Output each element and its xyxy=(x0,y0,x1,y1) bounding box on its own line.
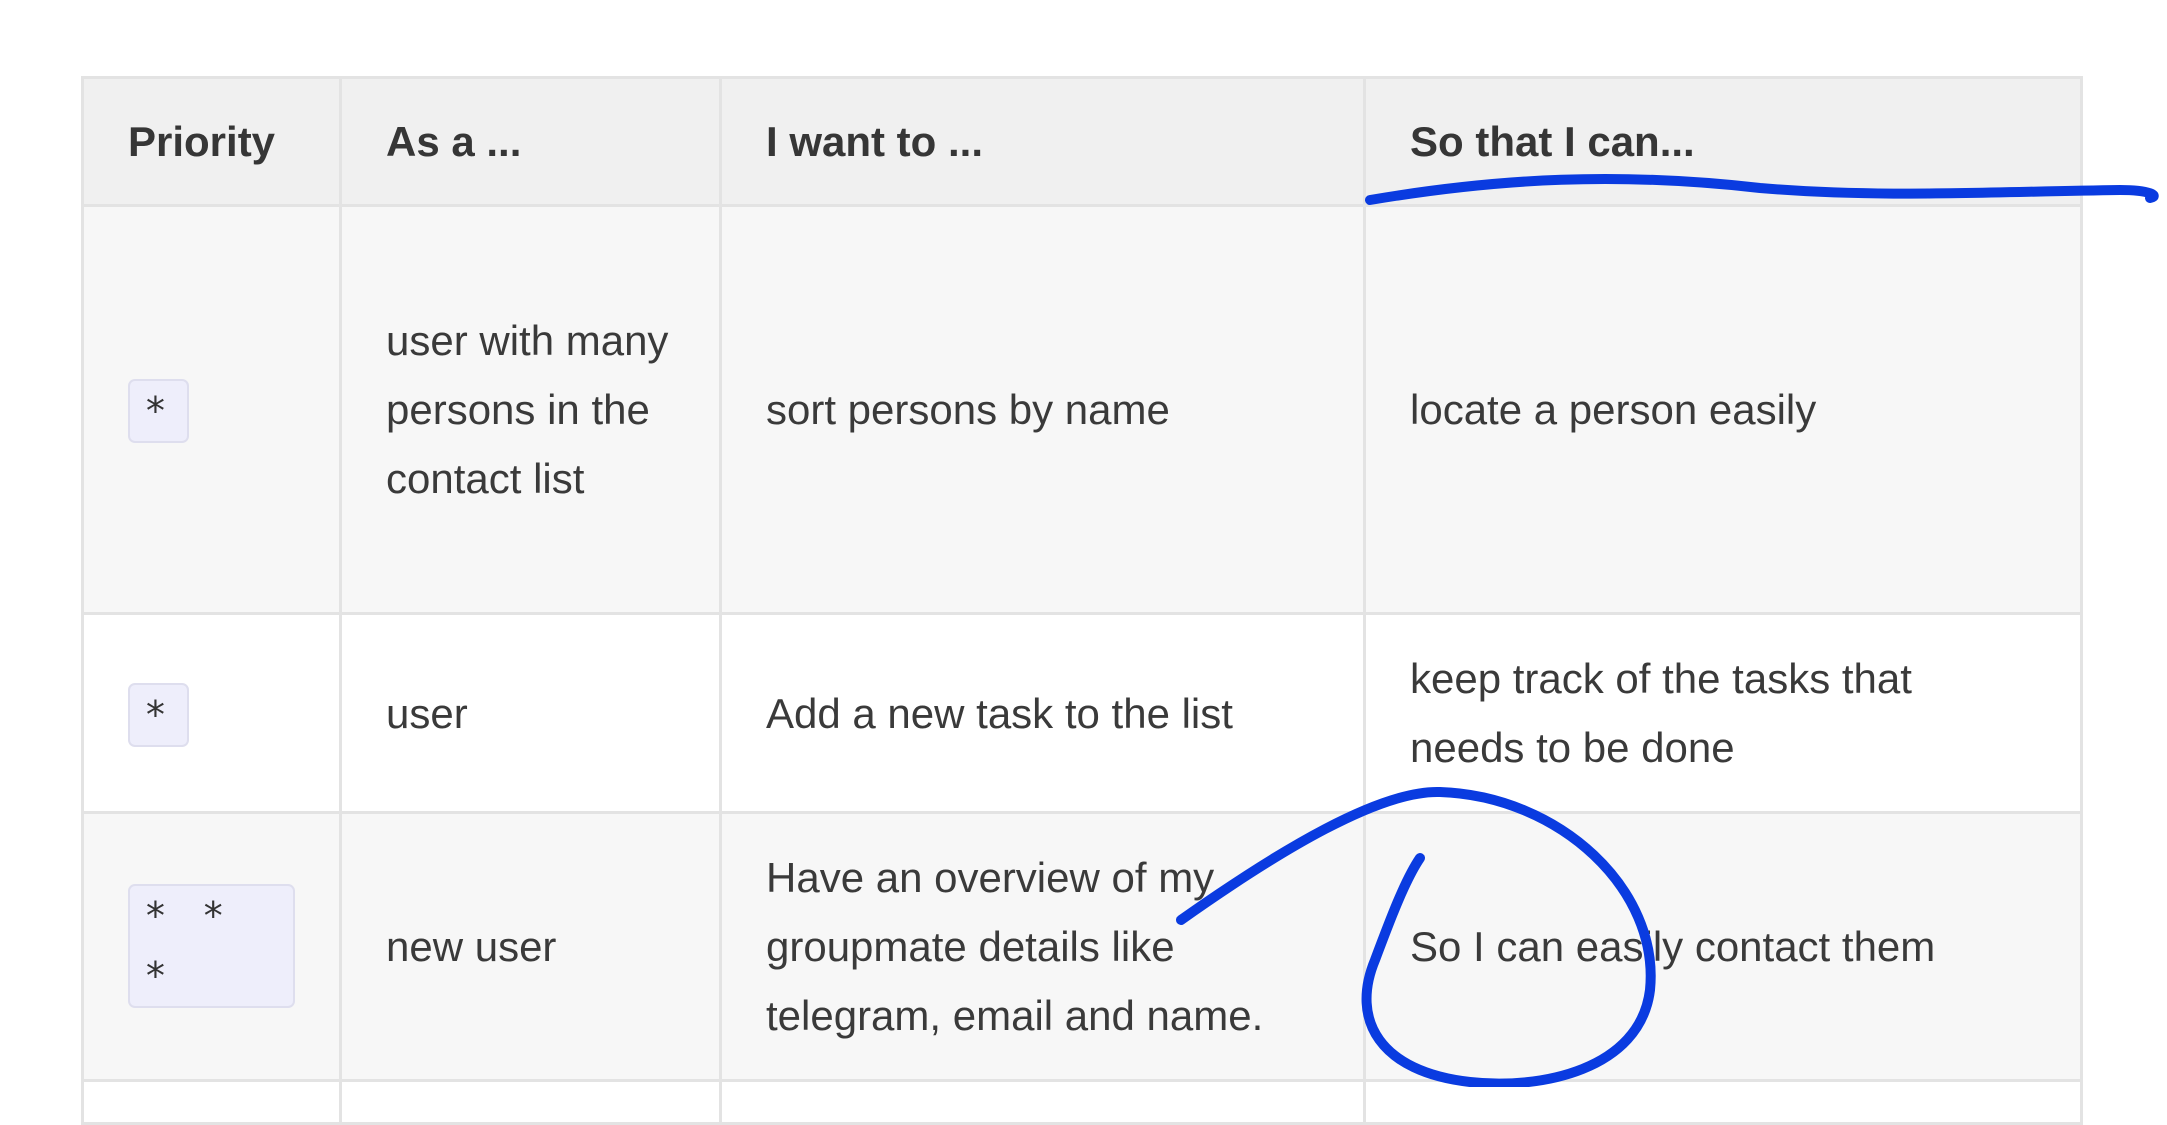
user-stories-table: Priority As a ... I want to ... So that … xyxy=(81,76,2083,1125)
i-want-to-cell: Add a new task to the list xyxy=(719,612,1366,814)
so-that-cell: locate a person easily xyxy=(1363,204,2083,615)
priority-cell: * xyxy=(81,204,342,615)
priority-cell: * xyxy=(81,612,342,814)
header-as-a: As a ... xyxy=(339,76,722,207)
as-a-cell: user with many persons in the contact li… xyxy=(339,204,722,615)
table-row: * * * new user Have an overview of my gr… xyxy=(81,811,2083,1082)
priority-badge: * xyxy=(128,682,189,747)
table-header-row: Priority As a ... I want to ... So that … xyxy=(81,76,2083,207)
i-want-to-cell: Have an overview of my groupmate details… xyxy=(719,811,1366,1082)
priority-cell: * * * xyxy=(81,811,342,1082)
priority-badge: * * * xyxy=(128,884,295,1008)
as-a-cell: new user xyxy=(339,811,722,1082)
so-that-cell: keep track of the tasks that needs to be… xyxy=(1363,612,2083,814)
i-want-to-cell: sort persons by name xyxy=(719,204,1366,615)
as-a-cell: user xyxy=(339,612,722,814)
table-row: * user with many persons in the contact … xyxy=(81,204,2083,615)
header-i-want-to: I want to ... xyxy=(719,76,1366,207)
header-priority: Priority xyxy=(81,76,342,207)
so-that-cell: So I can easily contact them xyxy=(1363,811,2083,1082)
user-stories-table-container: Priority As a ... I want to ... So that … xyxy=(81,76,2083,1125)
header-so-that-i-can: So that I can... xyxy=(1363,76,2083,207)
table-row: * user Add a new task to the list keep t… xyxy=(81,612,2083,814)
priority-badge: * xyxy=(128,379,189,443)
